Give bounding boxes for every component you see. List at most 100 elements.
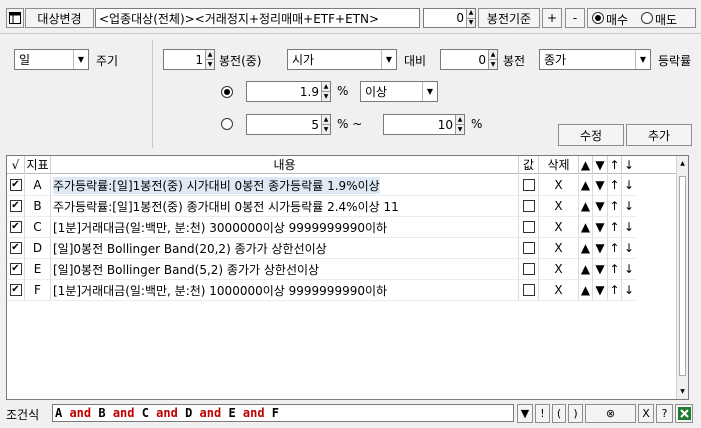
checkbox-icon[interactable]: ✔ bbox=[9, 221, 22, 233]
condition-select[interactable]: 이상 ▼ bbox=[360, 81, 438, 102]
row-value-checkbox[interactable] bbox=[519, 259, 539, 280]
move-bottom-icon[interactable]: ▼ bbox=[593, 175, 608, 196]
table-row[interactable]: ✔ A 주가등락률:[일]1봉전(중) 시가대비 0봉전 종가등락률 1.9%이상 X… bbox=[7, 175, 678, 196]
checkbox-icon[interactable]: ✔ bbox=[9, 263, 22, 275]
table-scrollbar[interactable]: ▲ ▼ bbox=[676, 156, 688, 399]
window-icon-button[interactable] bbox=[6, 8, 24, 28]
circle-x-button[interactable]: ⊗ bbox=[585, 404, 636, 423]
range-to-spinner[interactable]: 10 ▲ ▼ bbox=[383, 114, 465, 135]
help-button[interactable]: ? bbox=[656, 404, 673, 423]
row-delete-button[interactable]: X bbox=[539, 217, 579, 238]
spin-down-icon[interactable]: ▼ bbox=[489, 59, 497, 69]
spin-up-icon[interactable]: ▲ bbox=[456, 115, 464, 124]
move-top-icon[interactable]: ▲ bbox=[579, 280, 593, 301]
offset-spinner[interactable]: 1 ▲ ▼ bbox=[163, 49, 215, 70]
move-down-icon[interactable]: ↓ bbox=[622, 259, 636, 280]
table-row[interactable]: ✔ E [일]0봉전 Bollinger Band(5,2) 종가가 상한선이상 X ▲… bbox=[7, 259, 678, 280]
compare-price-select[interactable]: 종가 ▼ bbox=[539, 49, 651, 70]
checkbox-icon[interactable] bbox=[522, 284, 535, 296]
move-bottom-icon[interactable]: ▼ bbox=[593, 259, 608, 280]
candle-offset-spinner[interactable]: 0 ▲ ▼ bbox=[423, 8, 476, 28]
row-checkbox[interactable]: ✔ bbox=[7, 238, 25, 259]
checkbox-icon[interactable]: ✔ bbox=[9, 200, 22, 212]
move-down-icon[interactable]: ↓ bbox=[622, 280, 636, 301]
move-down-icon[interactable]: ↓ bbox=[622, 175, 636, 196]
move-up-icon[interactable]: ↑ bbox=[608, 196, 622, 217]
header-move-up[interactable]: ↑ bbox=[608, 156, 622, 173]
table-row[interactable]: ✔ C [1분]거래대금(일:백만, 분:천) 3000000이상 99999999… bbox=[7, 217, 678, 238]
open-paren-button[interactable]: ( bbox=[552, 404, 566, 423]
scroll-up-icon[interactable]: ▲ bbox=[677, 158, 688, 168]
row-checkbox[interactable]: ✔ bbox=[7, 259, 25, 280]
move-top-icon[interactable]: ▲ bbox=[579, 217, 593, 238]
header-move-down[interactable]: ↓ bbox=[622, 156, 636, 173]
scroll-thumb[interactable] bbox=[679, 176, 686, 376]
move-up-icon[interactable]: ↑ bbox=[608, 238, 622, 259]
candle-basis-button[interactable]: 봉전기준 bbox=[478, 8, 540, 28]
checkbox-icon[interactable] bbox=[522, 242, 535, 254]
spin-up-icon[interactable]: ▲ bbox=[467, 9, 475, 18]
row-delete-button[interactable]: X bbox=[539, 196, 579, 217]
compare-offset-spinner[interactable]: 0 ▲ ▼ bbox=[440, 49, 498, 70]
checkbox-icon[interactable]: ✔ bbox=[9, 242, 22, 254]
table-row[interactable]: ✔ B 주가등락률:[일]1봉전(중) 종가대비 0봉전 시가등락률 2.4%이상 … bbox=[7, 196, 678, 217]
checkbox-icon[interactable]: ✔ bbox=[9, 179, 22, 191]
row-value-checkbox[interactable] bbox=[519, 217, 539, 238]
checkbox-icon[interactable] bbox=[522, 200, 535, 212]
spin-down-icon[interactable]: ▼ bbox=[456, 124, 464, 134]
spin-down-icon[interactable]: ▼ bbox=[467, 17, 475, 27]
row-description[interactable]: [일]0봉전 Bollinger Band(5,2) 종가가 상한선이상 bbox=[51, 259, 519, 280]
spin-down-icon[interactable]: ▼ bbox=[206, 59, 214, 69]
table-row[interactable]: ✔ F [1분]거래대금(일:백만, 분:천) 1000000이상 99999999… bbox=[7, 280, 678, 301]
row-delete-button[interactable]: X bbox=[539, 280, 579, 301]
single-value-radio[interactable] bbox=[221, 86, 233, 98]
header-content[interactable]: 내용 bbox=[51, 156, 519, 173]
sell-radio[interactable] bbox=[641, 12, 653, 24]
range-radio[interactable] bbox=[221, 118, 233, 130]
modify-button[interactable]: 수정 bbox=[558, 124, 624, 146]
spin-down-icon[interactable]: ▼ bbox=[322, 91, 330, 101]
rate-spinner[interactable]: 1.9 ▲ ▼ bbox=[246, 81, 331, 102]
move-top-icon[interactable]: ▲ bbox=[579, 238, 593, 259]
checkbox-icon[interactable] bbox=[522, 221, 535, 233]
header-move-bottom[interactable]: ▼ bbox=[593, 156, 608, 173]
row-value-checkbox[interactable] bbox=[519, 196, 539, 217]
move-up-icon[interactable]: ↑ bbox=[608, 217, 622, 238]
row-checkbox[interactable]: ✔ bbox=[7, 175, 25, 196]
row-description[interactable]: 주가등락률:[일]1봉전(중) 시가대비 0봉전 종가등락률 1.9%이상 bbox=[51, 175, 519, 196]
row-description[interactable]: 주가등락률:[일]1봉전(중) 종가대비 0봉전 시가등락률 2.4%이상 11 bbox=[51, 196, 519, 217]
move-top-icon[interactable]: ▲ bbox=[579, 259, 593, 280]
buy-radio[interactable] bbox=[592, 12, 604, 24]
row-checkbox[interactable]: ✔ bbox=[7, 217, 25, 238]
spin-down-icon[interactable]: ▼ bbox=[322, 124, 330, 134]
move-down-icon[interactable]: ↓ bbox=[622, 196, 636, 217]
add-button[interactable]: 추가 bbox=[626, 124, 692, 146]
spin-up-icon[interactable]: ▲ bbox=[206, 50, 214, 59]
row-description[interactable]: [일]0봉전 Bollinger Band(20,2) 종가가 상한선이상 bbox=[51, 238, 519, 259]
scroll-down-icon[interactable]: ▼ bbox=[677, 386, 688, 396]
not-button[interactable]: ! bbox=[535, 404, 550, 423]
close-paren-button[interactable]: ) bbox=[568, 404, 583, 423]
spin-up-icon[interactable]: ▲ bbox=[322, 82, 330, 91]
range-from-spinner[interactable]: 5 ▲ ▼ bbox=[246, 114, 331, 135]
checkbox-icon[interactable] bbox=[522, 263, 535, 275]
move-up-icon[interactable]: ↑ bbox=[608, 175, 622, 196]
row-description[interactable]: [1분]거래대금(일:백만, 분:천) 1000000이상 9999999990… bbox=[51, 280, 519, 301]
row-checkbox[interactable]: ✔ bbox=[7, 280, 25, 301]
row-value-checkbox[interactable] bbox=[519, 280, 539, 301]
header-move-top[interactable]: ▲ bbox=[579, 156, 593, 173]
move-bottom-icon[interactable]: ▼ bbox=[593, 196, 608, 217]
move-up-icon[interactable]: ↑ bbox=[608, 259, 622, 280]
move-up-icon[interactable]: ↑ bbox=[608, 280, 622, 301]
condition-expression-field[interactable]: A and B and C and D and E and F bbox=[52, 404, 514, 422]
change-target-button[interactable]: 대상변경 bbox=[25, 8, 94, 28]
row-delete-button[interactable]: X bbox=[539, 175, 579, 196]
row-value-checkbox[interactable] bbox=[519, 175, 539, 196]
checkbox-icon[interactable] bbox=[522, 179, 535, 191]
minus-button[interactable]: - bbox=[565, 8, 585, 28]
spin-up-icon[interactable]: ▲ bbox=[322, 115, 330, 124]
row-delete-button[interactable]: X bbox=[539, 238, 579, 259]
plus-button[interactable]: + bbox=[542, 8, 562, 28]
spin-up-icon[interactable]: ▲ bbox=[489, 50, 497, 59]
table-row[interactable]: ✔ D [일]0봉전 Bollinger Band(20,2) 종가가 상한선이상 X… bbox=[7, 238, 678, 259]
